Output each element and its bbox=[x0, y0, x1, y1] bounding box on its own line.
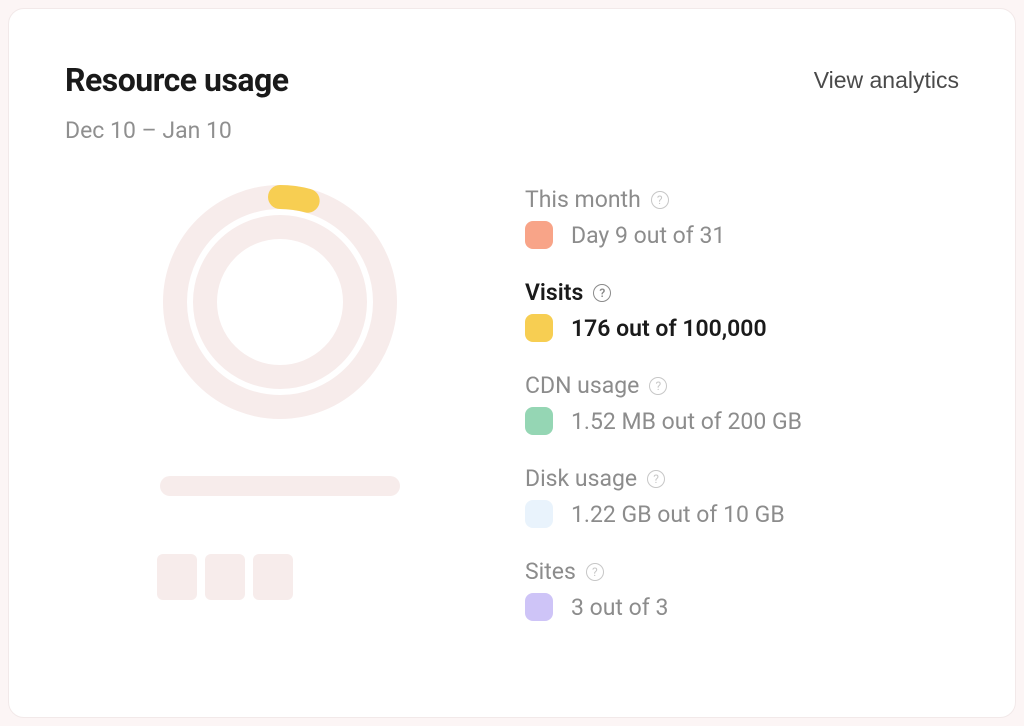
metric-label-text: Disk usage bbox=[525, 465, 637, 492]
metrics-column: This month ? Day 9 out of 31 Visits ? 17… bbox=[525, 182, 959, 621]
metric-value-row: 176 out of 100,000 bbox=[525, 314, 959, 342]
metric-value: 3 out of 3 bbox=[571, 594, 668, 621]
help-icon[interactable]: ? bbox=[593, 284, 611, 302]
help-icon[interactable]: ? bbox=[649, 377, 667, 395]
metric-value-row: 1.52 MB out of 200 GB bbox=[525, 407, 959, 435]
help-icon[interactable]: ? bbox=[586, 563, 604, 581]
metric-label: CDN usage ? bbox=[525, 372, 959, 399]
swatch-sites bbox=[525, 593, 553, 621]
content-row: This month ? Day 9 out of 31 Visits ? 17… bbox=[65, 182, 959, 621]
metric-value: 1.52 MB out of 200 GB bbox=[571, 408, 802, 435]
resource-usage-card: Resource usage View analytics Dec 10 – J… bbox=[8, 8, 1016, 718]
metric-label-text: CDN usage bbox=[525, 372, 639, 399]
help-icon[interactable]: ? bbox=[651, 191, 669, 209]
card-title: Resource usage bbox=[65, 61, 289, 99]
help-icon[interactable]: ? bbox=[647, 470, 665, 488]
skeleton-progress-bar bbox=[160, 476, 400, 496]
metric-label: Visits ? bbox=[525, 279, 959, 306]
radial-chart bbox=[160, 182, 400, 422]
metric-value: 176 out of 100,000 bbox=[571, 315, 767, 342]
metric-visits: Visits ? 176 out of 100,000 bbox=[525, 279, 959, 342]
skeleton-block bbox=[205, 554, 245, 600]
metric-value-row: 1.22 GB out of 10 GB bbox=[525, 500, 959, 528]
date-range: Dec 10 – Jan 10 bbox=[65, 117, 959, 144]
metric-label-text: Sites bbox=[525, 558, 576, 585]
swatch-cdn bbox=[525, 407, 553, 435]
skeleton-blocks bbox=[157, 554, 293, 600]
metric-cdn: CDN usage ? 1.52 MB out of 200 GB bbox=[525, 372, 959, 435]
metric-label-text: This month bbox=[525, 186, 641, 213]
metric-label: This month ? bbox=[525, 186, 959, 213]
skeleton-block bbox=[253, 554, 293, 600]
metric-value: Day 9 out of 31 bbox=[571, 222, 725, 249]
metric-this-month: This month ? Day 9 out of 31 bbox=[525, 186, 959, 249]
skeleton-block bbox=[157, 554, 197, 600]
card-header: Resource usage View analytics bbox=[65, 61, 959, 99]
swatch-visits bbox=[525, 314, 553, 342]
metric-sites: Sites ? 3 out of 3 bbox=[525, 558, 959, 621]
metric-value-row: 3 out of 3 bbox=[525, 593, 959, 621]
metric-value-row: Day 9 out of 31 bbox=[525, 221, 959, 249]
metric-label: Sites ? bbox=[525, 558, 959, 585]
metric-value: 1.22 GB out of 10 GB bbox=[571, 501, 785, 528]
metric-label-text: Visits bbox=[525, 279, 583, 306]
swatch-disk bbox=[525, 500, 553, 528]
chart-column bbox=[65, 182, 495, 621]
metric-disk: Disk usage ? 1.22 GB out of 10 GB bbox=[525, 465, 959, 528]
view-analytics-button[interactable]: View analytics bbox=[814, 61, 959, 94]
swatch-month bbox=[525, 221, 553, 249]
metric-label: Disk usage ? bbox=[525, 465, 959, 492]
